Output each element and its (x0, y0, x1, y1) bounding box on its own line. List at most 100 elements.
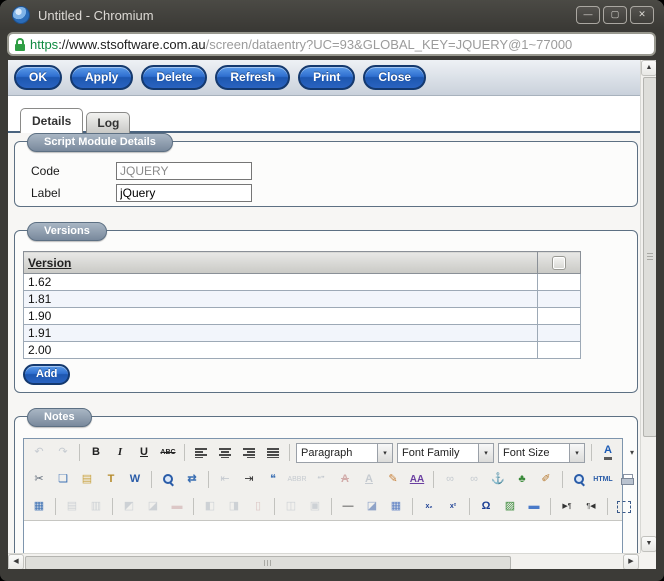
format-select[interactable]: Paragraph ▾ (296, 442, 393, 463)
version-sort-link[interactable]: Version (28, 256, 71, 270)
cleanup-button[interactable]: ✐ (535, 469, 557, 491)
scroll-down-button[interactable]: ▼ (641, 536, 656, 552)
scroll-up-button[interactable]: ▲ (641, 60, 656, 76)
find-button[interactable] (157, 469, 179, 491)
blockquote-button[interactable]: ❝ (262, 469, 284, 491)
text-color-icon: A (604, 445, 612, 460)
align-right-button[interactable] (238, 442, 260, 464)
minimize-button[interactable]: — (576, 6, 600, 24)
row-select-cell[interactable] (537, 341, 581, 359)
add-button[interactable]: Add (23, 364, 71, 385)
insert-table-button[interactable]: ▦ (28, 496, 50, 518)
superscript-button[interactable]: x² (442, 496, 464, 518)
tab-log[interactable]: Log (86, 112, 131, 133)
vertical-scrollbar[interactable]: ▲ ▼ (640, 60, 656, 553)
underline-button[interactable]: U (133, 442, 155, 464)
bold-button[interactable]: B (85, 442, 107, 464)
preview-button[interactable] (568, 469, 590, 491)
title-bar[interactable]: Untitled - Chromium — ▢ ✕ (0, 0, 664, 30)
ok-button[interactable]: OK (14, 65, 62, 90)
remove-format-button[interactable]: ◪ (361, 496, 383, 518)
address-bar[interactable]: https ://www.stsoftware.com.au /screen/d… (7, 32, 656, 56)
split-cells-icon: ◫ (285, 500, 297, 512)
toolbar-separator (193, 498, 194, 515)
toolbar-separator (274, 498, 275, 515)
row-select-cell[interactable] (537, 307, 581, 325)
scrollbar-corner (640, 553, 656, 569)
dropdown-arrow-icon[interactable]: ▾ (569, 443, 584, 462)
text-color-button[interactable]: A (597, 442, 619, 464)
horizontal-scrollbar[interactable]: ◀ ▶ (8, 553, 640, 569)
left-to-right-button[interactable]: ▶¶ (556, 496, 578, 518)
font-size-select[interactable]: Font Size ▾ (498, 442, 585, 463)
select-all-checkbox[interactable] (552, 255, 566, 270)
style-props-button[interactable]: AA (406, 469, 428, 491)
right-to-left-button[interactable]: ¶◀ (580, 496, 602, 518)
visual-aid-button[interactable]: ▦ (385, 496, 407, 518)
undo-button: ↶ (28, 442, 50, 464)
indent-icon: ⇥ (244, 473, 254, 485)
strikethrough-button[interactable]: ABC (157, 442, 179, 464)
subscript-button[interactable]: x₂ (418, 496, 440, 518)
paste-button[interactable]: ▤ (76, 469, 98, 491)
print-doc-button[interactable] (616, 469, 638, 491)
special-character-button[interactable]: Ω (475, 496, 497, 518)
image-button[interactable]: ♣ (511, 469, 533, 491)
version-row[interactable]: 2.00 (23, 341, 581, 359)
cut-button[interactable]: ✂ (28, 469, 50, 491)
toolbar-separator (112, 498, 113, 515)
right-to-left-icon: ¶◀ (586, 503, 596, 510)
media-button[interactable]: ▨ (499, 496, 521, 518)
horizontal-scroll-thumb[interactable] (25, 556, 511, 569)
indent-button[interactable]: ⇥ (238, 469, 260, 491)
delete-button[interactable]: Delete (141, 65, 208, 90)
align-center-button[interactable] (214, 442, 236, 464)
html-source-button[interactable]: HTML (592, 469, 614, 491)
horizontal-rule-button[interactable]: — (337, 496, 359, 518)
attributes-button[interactable]: ✎ (382, 469, 404, 491)
label-input[interactable] (116, 184, 252, 202)
tab-details[interactable]: Details (20, 108, 84, 133)
scroll-right-button[interactable]: ▶ (623, 554, 639, 569)
table-cell-properties-icon: ▥ (90, 500, 102, 512)
paste-from-word-button[interactable]: W (124, 469, 146, 491)
html-source-icon: HTML (593, 476, 613, 483)
version-row[interactable]: 1.62 (23, 273, 581, 291)
row-select-cell[interactable] (537, 324, 581, 342)
row-select-cell[interactable] (537, 273, 581, 291)
strikethrough-icon: ABC (160, 449, 176, 456)
italic-button[interactable]: I (109, 442, 131, 464)
maximize-button[interactable]: ▢ (603, 6, 627, 24)
version-row[interactable]: 1.81 (23, 290, 581, 308)
script-module-details-legend: Script Module Details (27, 133, 173, 152)
code-input[interactable] (116, 162, 252, 180)
redo-button: ↷ (52, 442, 74, 464)
row-select-cell[interactable] (537, 290, 581, 308)
version-row[interactable]: 1.91 (23, 324, 581, 342)
print-button[interactable]: Print (298, 65, 356, 90)
dropdown-arrow-icon[interactable]: ▾ (377, 443, 392, 462)
align-left-button[interactable] (190, 442, 212, 464)
notes-section: Notes ↶ ↷ B I U ABC Paragraph ▾ Font Family ▾ Font… (14, 408, 640, 553)
scroll-left-button[interactable]: ◀ (8, 554, 24, 569)
anchor-button[interactable]: ⚓ (487, 469, 509, 491)
fullscreen-button[interactable] (613, 496, 635, 518)
editor-content-area[interactable] (24, 520, 622, 553)
insert-horizontal-line-button[interactable]: ▬ (523, 496, 545, 518)
align-justify-button[interactable] (262, 442, 284, 464)
merge-cells-icon: ▣ (309, 500, 321, 512)
version-row[interactable]: 1.90 (23, 307, 581, 325)
close-window-button[interactable]: ✕ (630, 6, 654, 24)
vertical-scroll-thumb[interactable] (643, 77, 656, 437)
apply-button[interactable]: Apply (70, 65, 134, 90)
refresh-button[interactable]: Refresh (215, 65, 291, 90)
field-label: Label (31, 186, 61, 200)
close-button[interactable]: Close (363, 65, 427, 90)
font-family-select[interactable]: Font Family ▾ (397, 442, 494, 463)
dropdown-arrow-icon[interactable]: ▾ (478, 443, 493, 462)
field-row: Code (31, 160, 637, 182)
find-replace-button[interactable]: ⇄ (181, 469, 203, 491)
text-color-arrow-button[interactable]: ▾ (621, 442, 640, 464)
copy-button[interactable]: ❏ (52, 469, 74, 491)
paste-as-text-button[interactable]: T (100, 469, 122, 491)
